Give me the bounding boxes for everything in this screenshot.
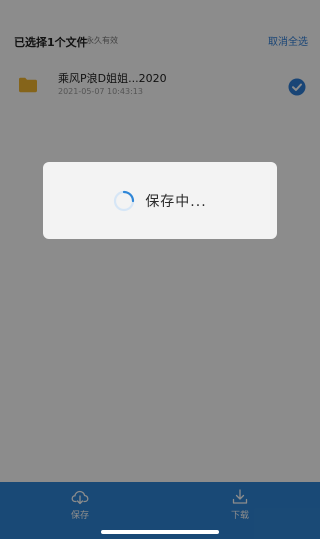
home-indicator: [101, 530, 219, 534]
saving-text: 保存中...: [145, 193, 207, 210]
loading-spinner-icon: [114, 190, 135, 211]
modal-overlay: [0, 0, 320, 539]
saving-toast: 保存中...: [43, 162, 277, 239]
